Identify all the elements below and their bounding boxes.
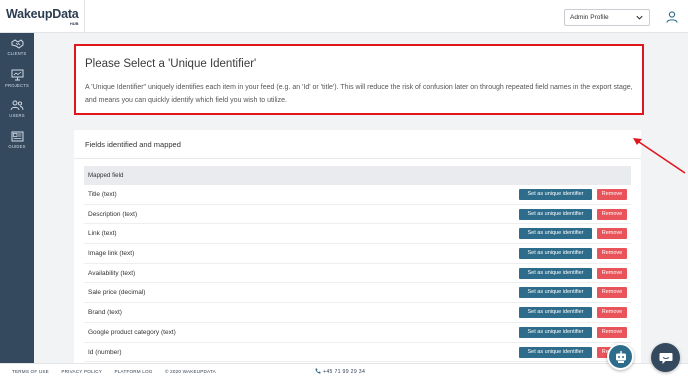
callout-text: A 'Unique Identifier" uniquely identifie… [85,84,633,104]
top-bar: WakeupData HUB Admin Profile [0,0,688,33]
table-row: Availability (text) Set as unique identif… [84,264,631,284]
sidebar-item-clients[interactable]: CLIENTS [0,38,34,64]
phone-icon [315,368,321,374]
table-row: Title (text) Set as unique identifier Remo… [84,185,631,205]
logo-text: WakeupData [6,7,79,21]
panel-divider [74,158,641,159]
logo[interactable]: WakeupData HUB [6,7,79,27]
field-name: Id (number) [88,348,122,356]
table-row: Google product category (text) Set as uni… [84,323,631,343]
footer-link-terms[interactable]: TERMS OF USE [12,369,49,374]
panel-title: Fields identified and mapped [85,140,181,149]
set-unique-identifier-button[interactable]: Set as unique identifier [519,267,592,279]
footer-link-privacy[interactable]: PRIVACY POLICY [61,369,102,374]
user-icon[interactable] [665,10,679,24]
set-unique-identifier-button[interactable]: Set as unique identifier [519,208,592,220]
table-body: Title (text) Set as unique identifier Remo… [84,185,631,363]
fields-panel: Fields identified and mapped Mapped fiel… [74,130,641,363]
remove-button[interactable]: Remove [597,326,627,338]
support-fab-button[interactable] [607,343,634,370]
set-unique-identifier-button[interactable]: Set as unique identifier [519,248,592,260]
table-row: Sale price (decimal) Set as unique identi… [84,283,631,304]
chat-bubble-icon [659,352,672,364]
table-row: Id (number)Set as unique identifierRemov… [84,343,631,363]
set-unique-identifier-button[interactable]: Set as unique identifier [519,326,592,338]
support-robot-icon [615,350,626,363]
field-name: Brand (text) [88,309,122,317]
field-name: Availability (text) [88,269,136,277]
footer-copyright: © 2020 WAKEUPDATA [165,369,216,374]
footer-links: TERMS OF USE PRIVACY POLICY PLATFORM LOG… [12,369,227,374]
unique-identifier-callout: Please Select a 'Unique Identifier' A 'U… [74,44,644,115]
table-row: Brand (text) Set as unique identifier Remo… [84,303,631,323]
footer: TERMS OF USE PRIVACY POLICY PLATFORM LOG… [0,363,688,379]
table-row: Description (text) Set as unique identifi… [84,205,631,225]
sidebar-item-label: GUIDES [8,144,26,149]
table-row: Link (text) Set as unique identifier Remov… [84,224,631,245]
handshake-icon [11,39,23,49]
sidebar-item-users[interactable]: USERS [0,100,34,126]
field-name: Image link (text) [88,250,135,258]
remove-button[interactable]: Remove [597,287,627,299]
sidebar-item-guides[interactable]: GUIDES [0,131,34,157]
sidebar-item-label: PROJECTS [5,83,29,88]
profile-select-value: Admin Profile [570,14,609,21]
newspaper-icon [11,131,23,142]
remove-button[interactable]: Remove [597,228,627,240]
set-unique-identifier-button[interactable]: Set as unique identifier [519,346,592,358]
remove-button[interactable]: Remove [597,248,627,260]
field-name: Link (text) [88,230,117,238]
profile-select[interactable]: Admin Profile [564,9,650,26]
sidebar: CLIENTS PROJECTS USERS GUIDES [0,33,34,363]
main-content: Please Select a 'Unique Identifier' A 'U… [34,33,688,363]
set-unique-identifier-button[interactable]: Set as unique identifier [519,228,592,240]
mapped-fields-table: Mapped field Title (text) Set as unique i… [84,166,631,363]
table-row: Image link (text) Set as unique identifie… [84,244,631,264]
sidebar-item-label: USERS [9,113,25,118]
sidebar-item-projects[interactable]: PROJECTS [0,69,34,95]
set-unique-identifier-button[interactable]: Set as unique identifier [519,307,592,319]
column-header-mapped-field: Mapped field [88,172,124,179]
set-unique-identifier-button[interactable]: Set as unique identifier [519,287,592,299]
table-header: Mapped field [84,166,631,185]
field-name: Description (text) [88,210,138,218]
remove-button[interactable]: Remove [597,189,627,200]
chevron-down-icon [636,15,643,20]
field-name: Sale price (decimal) [88,289,146,297]
logo-subtext: HUB [69,21,79,26]
callout-title: Please Select a 'Unique Identifier' [85,58,257,70]
footer-link-platform-log[interactable]: PLATFORM LOG [115,369,153,374]
sidebar-item-label: CLIENTS [7,51,27,56]
annotation-arrow [633,138,686,174]
logo-divider [84,0,85,33]
phone-number: +45 71 99 29 34 [323,369,366,375]
set-unique-identifier-button[interactable]: Set as unique identifier [519,189,592,200]
remove-button[interactable]: Remove [597,307,627,319]
users-icon [10,100,24,111]
field-name: Title (text) [88,191,117,198]
chat-fab-button[interactable] [651,343,680,372]
footer-phone[interactable]: +45 71 99 29 34 [315,368,365,375]
remove-button[interactable]: Remove [597,267,627,279]
field-name: Google product category (text) [88,328,176,336]
presentation-board-icon [11,69,23,81]
remove-button[interactable]: Remove [597,208,627,220]
